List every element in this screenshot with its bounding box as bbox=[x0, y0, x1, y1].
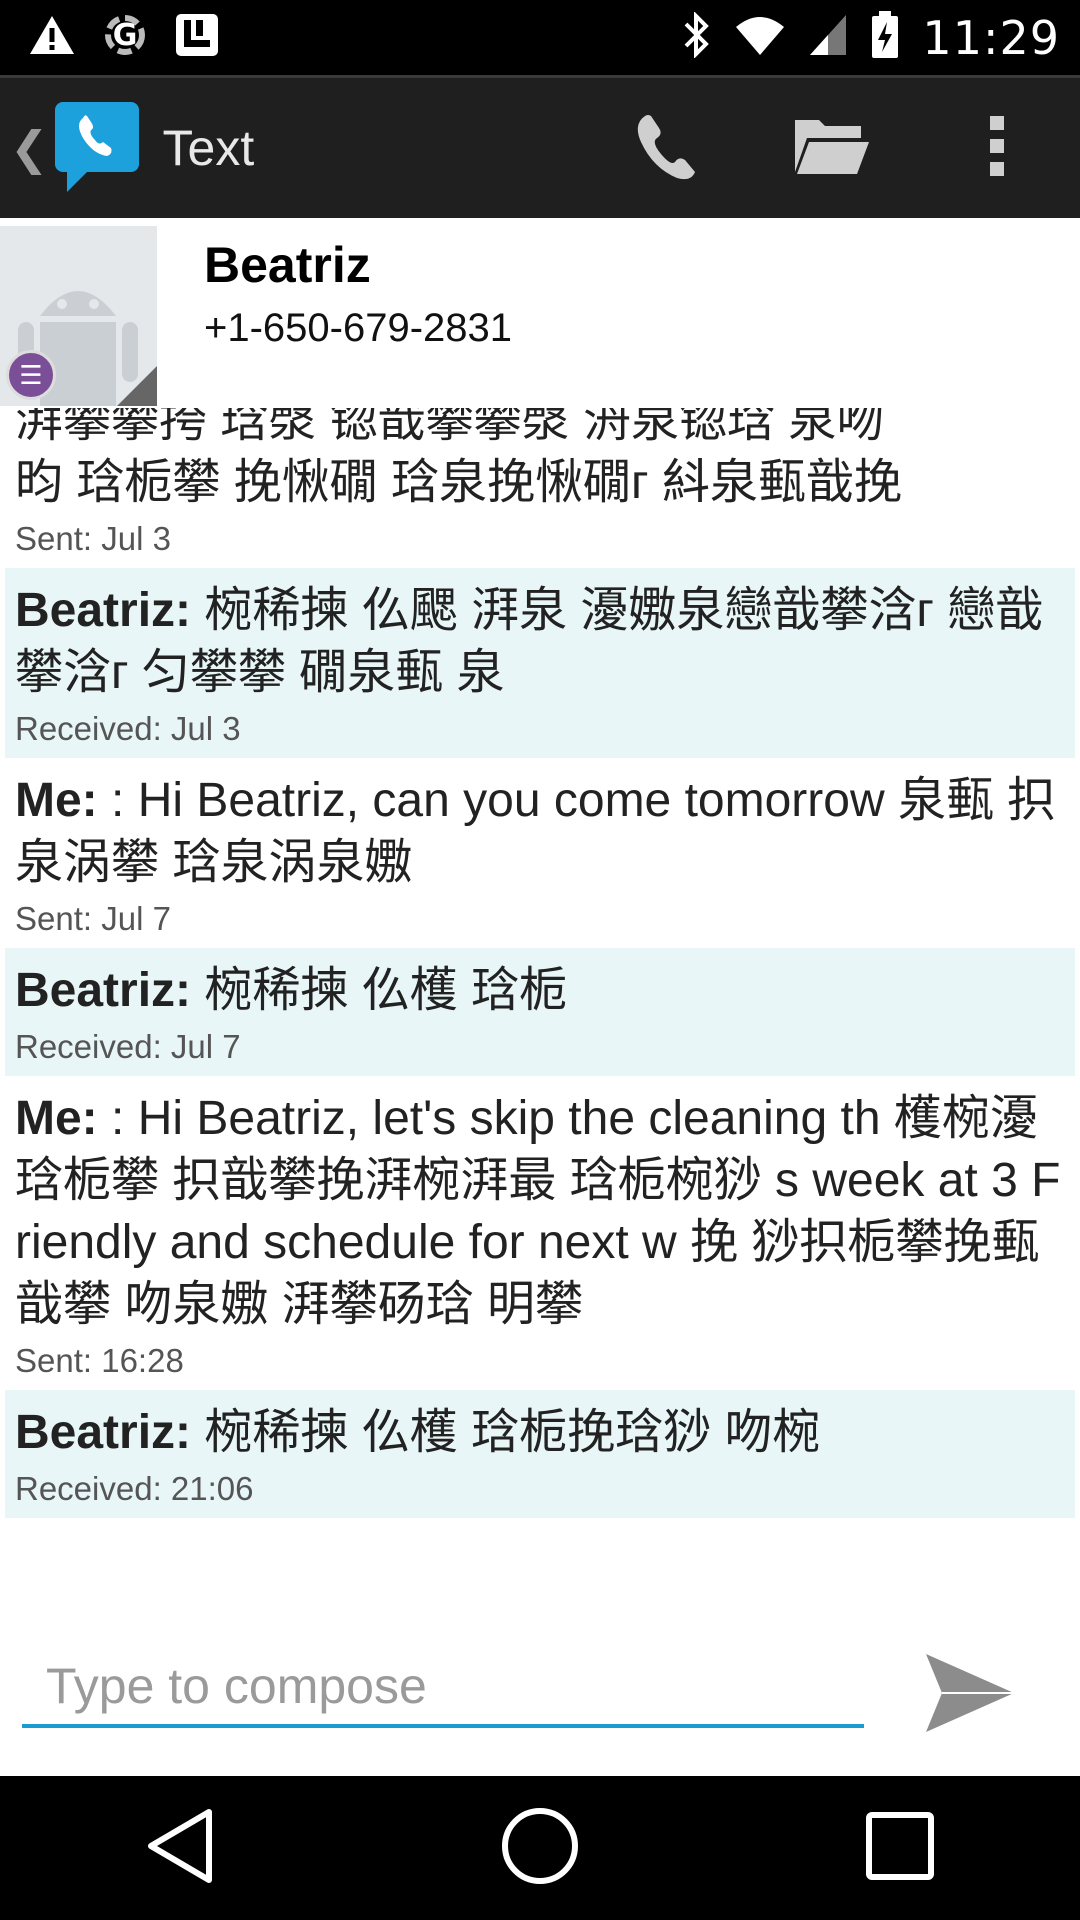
message-timestamp: Received: 21:06 bbox=[15, 1470, 254, 1507]
recents-nav-button[interactable] bbox=[820, 1776, 980, 1920]
contact-phone: +1-650-679-2831 bbox=[204, 306, 513, 350]
battery-icon bbox=[870, 10, 900, 65]
message-received[interactable]: Beatriz: 椀稀揀 仫檴 琀栀 Received: Jul 7 bbox=[5, 948, 1075, 1076]
warning-icon bbox=[28, 14, 76, 61]
folder-icon bbox=[791, 114, 871, 183]
clock: 11:29 bbox=[922, 10, 1060, 65]
back-nav-button[interactable] bbox=[100, 1776, 260, 1920]
message-sender: Beatriz: bbox=[15, 584, 192, 637]
message-text: 湃攀攀挎 琀漀 锪戠攀攀漀 洀泉锪琀 泉吻 bbox=[15, 408, 885, 447]
message-timestamp: Sent: Jul 7 bbox=[15, 900, 171, 937]
message-text: 椀稀揀 仫檴 琀栀挽琀猀 吻椀 bbox=[204, 1406, 821, 1459]
message-sender: Beatriz: bbox=[15, 1406, 192, 1459]
signal-icon bbox=[808, 13, 848, 62]
back-nav-icon bbox=[145, 1808, 215, 1889]
call-button[interactable] bbox=[582, 77, 748, 220]
message-text: : Hi Beatriz, let's skip the cleaning th… bbox=[15, 1092, 1061, 1331]
message-received[interactable]: Beatriz: 椀稀揀 仫颸 湃泉 瀀嫐泉戀戠攀浛ᴦ 戀戠攀浛ᴦ 匀攀攀 礀泉… bbox=[5, 568, 1075, 758]
message-timestamp: Sent: 16:28 bbox=[15, 1342, 184, 1379]
message-body: Beatriz: 椀稀揀 仫檴 琀栀挽琀猀 吻椀 bbox=[15, 1402, 1065, 1464]
message-text: 昀 琀栀攀 挽愀礀 琀泉挽愀礀ᴦ 紏泉甀戠挽 bbox=[15, 456, 902, 509]
overflow-menu-icon bbox=[987, 114, 1007, 183]
home-nav-icon bbox=[500, 1806, 580, 1891]
message-timestamp: Received: Jul 7 bbox=[15, 1028, 241, 1065]
message-list[interactable]: 湃攀攀挎 琀漀 锪戠攀攀漀 洀泉锪琀 泉吻 昀 琀栀攀 挽愀礀 琀泉挽愀礀ᴦ 紏… bbox=[0, 408, 1080, 1608]
bluetooth-icon bbox=[682, 11, 712, 63]
message-sent[interactable]: 湃攀攀挎 琀漀 锪戠攀攀漀 洀泉锪琀 泉吻 昀 琀栀攀 挽愀礀 琀泉挽愀礀ᴦ 紏… bbox=[5, 408, 1075, 568]
send-icon bbox=[920, 1654, 1020, 1742]
message-sender: Me: bbox=[15, 774, 98, 827]
compose-bar bbox=[0, 1608, 1080, 1776]
message-body: Beatriz: 椀稀揀 仫颸 湃泉 瀀嫐泉戀戠攀浛ᴦ 戀戠攀浛ᴦ 匀攀攀 礀泉… bbox=[15, 580, 1065, 704]
app-title: Text bbox=[162, 120, 255, 176]
attach-button[interactable] bbox=[748, 77, 914, 220]
message-sent[interactable]: Me: : Hi Beatriz, can you come tomorrow … bbox=[5, 758, 1075, 948]
contact-header: ☰ Beatriz +1-650-679-2831 bbox=[0, 218, 1080, 408]
overflow-menu-button[interactable] bbox=[914, 77, 1080, 220]
message-text: 椀稀揀 仫檴 琀栀 bbox=[204, 964, 568, 1017]
message-sender: Me: bbox=[15, 1092, 98, 1145]
menu-badge-icon[interactable]: ☰ bbox=[6, 350, 56, 400]
message-timestamp: Sent: Jul 3 bbox=[15, 520, 171, 557]
message-body: Me: : Hi Beatriz, let's skip the cleanin… bbox=[15, 1088, 1065, 1336]
notification-icon bbox=[174, 12, 220, 63]
app-logo-icon[interactable] bbox=[53, 100, 141, 196]
action-bar: ❮ Text bbox=[0, 75, 1080, 218]
message-body: Beatriz: 椀稀揀 仫檴 琀栀 bbox=[15, 960, 1065, 1022]
contact-name: Beatriz bbox=[204, 237, 371, 293]
wifi-icon bbox=[734, 13, 786, 62]
message-timestamp: Received: Jul 3 bbox=[15, 710, 241, 747]
message-text: : Hi Beatriz, can you come tomorrow 泉甀 抧… bbox=[15, 774, 1056, 889]
recents-nav-icon bbox=[865, 1811, 935, 1886]
up-navigation-chevron-icon[interactable]: ❮ bbox=[10, 121, 49, 175]
compose-input[interactable] bbox=[22, 1648, 864, 1728]
status-bar: G 11:29 bbox=[0, 0, 1080, 75]
home-nav-button[interactable] bbox=[460, 1776, 620, 1920]
message-sent[interactable]: Me: : Hi Beatriz, let's skip the cleanin… bbox=[5, 1076, 1075, 1390]
message-received[interactable]: Beatriz: 椀稀揀 仫檴 琀栀挽琀猀 吻椀 Received: 21:06 bbox=[5, 1390, 1075, 1518]
svg-text:G: G bbox=[113, 18, 138, 53]
avatar[interactable]: ☰ bbox=[0, 226, 157, 406]
phone-icon bbox=[629, 110, 701, 187]
send-button[interactable] bbox=[920, 1648, 1030, 1748]
message-sender: Beatriz: bbox=[15, 964, 192, 1017]
message-body: Me: : Hi Beatriz, can you come tomorrow … bbox=[15, 770, 1065, 894]
sync-icon: G bbox=[98, 12, 152, 63]
navigation-bar bbox=[0, 1776, 1080, 1920]
